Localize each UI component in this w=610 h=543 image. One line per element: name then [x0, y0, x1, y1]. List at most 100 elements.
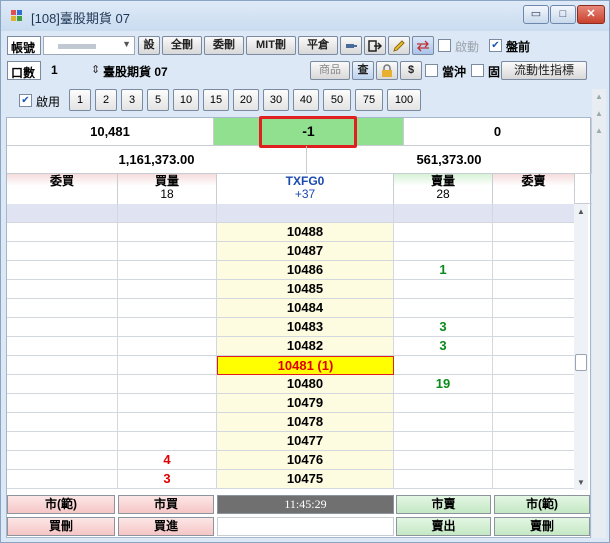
buy-button[interactable]: 買進	[118, 517, 214, 536]
ladder-cell-price[interactable]: 10488	[217, 223, 394, 242]
qty-button-15[interactable]: 15	[203, 89, 229, 111]
settings-button[interactable]: 設	[138, 36, 160, 55]
qty-button-30[interactable]: 30	[263, 89, 289, 111]
buy-delete-button[interactable]: 買刪	[7, 517, 115, 536]
ladder-cell-buy[interactable]	[118, 204, 217, 223]
ladder-cell-buy[interactable]	[118, 261, 217, 280]
ladder-cell-sell[interactable]: 3	[394, 337, 493, 356]
ladder-cell-sell-order[interactable]	[493, 375, 575, 394]
ladder-cell-price[interactable]: 10483	[217, 318, 394, 337]
qty-button-50[interactable]: 50	[323, 89, 351, 111]
ladder-cell-buy[interactable]: 3	[118, 470, 217, 489]
ladder-row[interactable]: 4 10476	[7, 451, 575, 470]
ladder-cell-price[interactable]: 10479	[217, 394, 394, 413]
qty-button-2[interactable]: 2	[95, 89, 117, 111]
market-buy-button[interactable]: 市買	[118, 495, 214, 514]
ladder-row[interactable]: 10488	[7, 223, 575, 242]
ladder-cell-price[interactable]: 10476	[217, 451, 394, 470]
fixed-checkbox[interactable]	[471, 64, 484, 77]
pre-market-checkbox[interactable]: ✔	[489, 39, 502, 52]
ladder-cell-sell[interactable]	[394, 451, 493, 470]
ladder-cell-sell-order[interactable]	[493, 261, 575, 280]
qty-button-5[interactable]: 5	[147, 89, 169, 111]
ladder-cell-price[interactable]: 10484	[217, 299, 394, 318]
ladder-cell-buy[interactable]	[118, 337, 217, 356]
ladder-cell-buy-order[interactable]	[7, 356, 118, 375]
enable-checkbox[interactable]: ✔	[19, 94, 32, 107]
ladder-cell-sell-order[interactable]	[493, 394, 575, 413]
ladder-cell-price[interactable]: 10475	[217, 470, 394, 489]
ladder-cell-buy-order[interactable]	[7, 280, 118, 299]
ladder-row[interactable]: 10477	[7, 432, 575, 451]
ladder-cell-buy[interactable]	[118, 413, 217, 432]
ladder-cell-sell[interactable]	[394, 470, 493, 489]
scroll-down-icon[interactable]: ▼	[574, 478, 588, 487]
qty-spinner-icon[interactable]: ⇕	[91, 63, 100, 76]
ladder-cell-sell[interactable]	[394, 432, 493, 451]
ladder-cell-sell[interactable]	[394, 280, 493, 299]
ladder-cell-buy-order[interactable]	[7, 451, 118, 470]
ladder-cell-buy[interactable]	[118, 356, 217, 375]
ladder-cell-buy[interactable]	[118, 318, 217, 337]
ladder-row[interactable]: 10478	[7, 413, 575, 432]
qty-button-100[interactable]: 100	[387, 89, 421, 111]
sell-delete-button[interactable]: 賣刪	[494, 517, 590, 536]
sell-button[interactable]: 賣出	[396, 517, 491, 536]
ladder-cell-buy-order[interactable]	[7, 432, 118, 451]
ladder-cell-sell[interactable]	[394, 394, 493, 413]
day-trade-checkbox[interactable]	[425, 64, 438, 77]
swap-icon[interactable]	[412, 36, 434, 55]
ladder-cell-sell-order[interactable]	[493, 470, 575, 489]
ladder-cell-price[interactable]: 10485	[217, 280, 394, 299]
ladder-cell-sell[interactable]	[394, 242, 493, 261]
ladder-cell-sell[interactable]	[394, 223, 493, 242]
ladder-cell-sell-order[interactable]	[493, 432, 575, 451]
ladder-row[interactable]	[7, 204, 575, 223]
ladder-row[interactable]: 10483 3	[7, 318, 575, 337]
ladder-row[interactable]: 10485	[7, 280, 575, 299]
ladder-cell-buy-order[interactable]	[7, 318, 118, 337]
market-buy-range-button[interactable]: 市(範)	[7, 495, 115, 514]
ladder-cell-sell[interactable]	[394, 299, 493, 318]
ladder-cell-buy-order[interactable]	[7, 223, 118, 242]
close-position-button[interactable]: 平倉	[298, 36, 338, 55]
ladder-cell-buy-order[interactable]	[7, 470, 118, 489]
ladder-cell-buy-order[interactable]	[7, 413, 118, 432]
ladder-row[interactable]: 10481 (1)	[7, 356, 575, 375]
query-button[interactable]: 查	[352, 61, 374, 80]
ladder-cell-price[interactable]	[217, 204, 394, 223]
ladder-cell-buy[interactable]	[118, 375, 217, 394]
ladder-cell-sell[interactable]: 3	[394, 318, 493, 337]
product-button[interactable]: 商品	[310, 61, 350, 80]
ladder-cell-sell-order[interactable]	[493, 223, 575, 242]
ladder-cell-sell-order[interactable]	[493, 337, 575, 356]
ladder-cell-price[interactable]: 10480	[217, 375, 394, 394]
ladder-cell-buy[interactable]	[118, 432, 217, 451]
ladder-cell-sell[interactable]: 19	[394, 375, 493, 394]
maximize-button[interactable]: □	[550, 5, 576, 24]
ladder-cell-buy[interactable]: 4	[118, 451, 217, 470]
ladder-cell-buy-order[interactable]	[7, 242, 118, 261]
qty-button-10[interactable]: 10	[173, 89, 199, 111]
export-icon[interactable]	[364, 36, 386, 55]
ladder-cell-sell[interactable]: 1	[394, 261, 493, 280]
ladder-cell-buy[interactable]	[118, 280, 217, 299]
ladder-cell-buy-order[interactable]	[7, 337, 118, 356]
delete-mit-button[interactable]: MIT刪	[246, 36, 296, 55]
ladder-scrollbar[interactable]: ▲ ▼	[574, 204, 588, 490]
ladder-row[interactable]: 10480 19	[7, 375, 575, 394]
ladder-cell-price[interactable]: 10486	[217, 261, 394, 280]
ladder-row[interactable]: 3 10475	[7, 470, 575, 489]
ladder-cell-price[interactable]: 10487	[217, 242, 394, 261]
ladder-cell-buy[interactable]	[118, 242, 217, 261]
outer-scrollbar[interactable]: ▲ ▲ ▲	[592, 89, 606, 538]
ladder-row[interactable]: 10487	[7, 242, 575, 261]
ladder-row[interactable]: 10479	[7, 394, 575, 413]
ladder-cell-buy-order[interactable]	[7, 261, 118, 280]
ladder-cell-sell-order[interactable]	[493, 280, 575, 299]
ladder-cell-sell-order[interactable]	[493, 242, 575, 261]
delete-orders-button[interactable]: 委刪	[204, 36, 244, 55]
ladder-cell-sell-order[interactable]	[493, 356, 575, 375]
pencil-icon[interactable]	[388, 36, 410, 55]
ladder-cell-sell-order[interactable]	[493, 204, 575, 223]
